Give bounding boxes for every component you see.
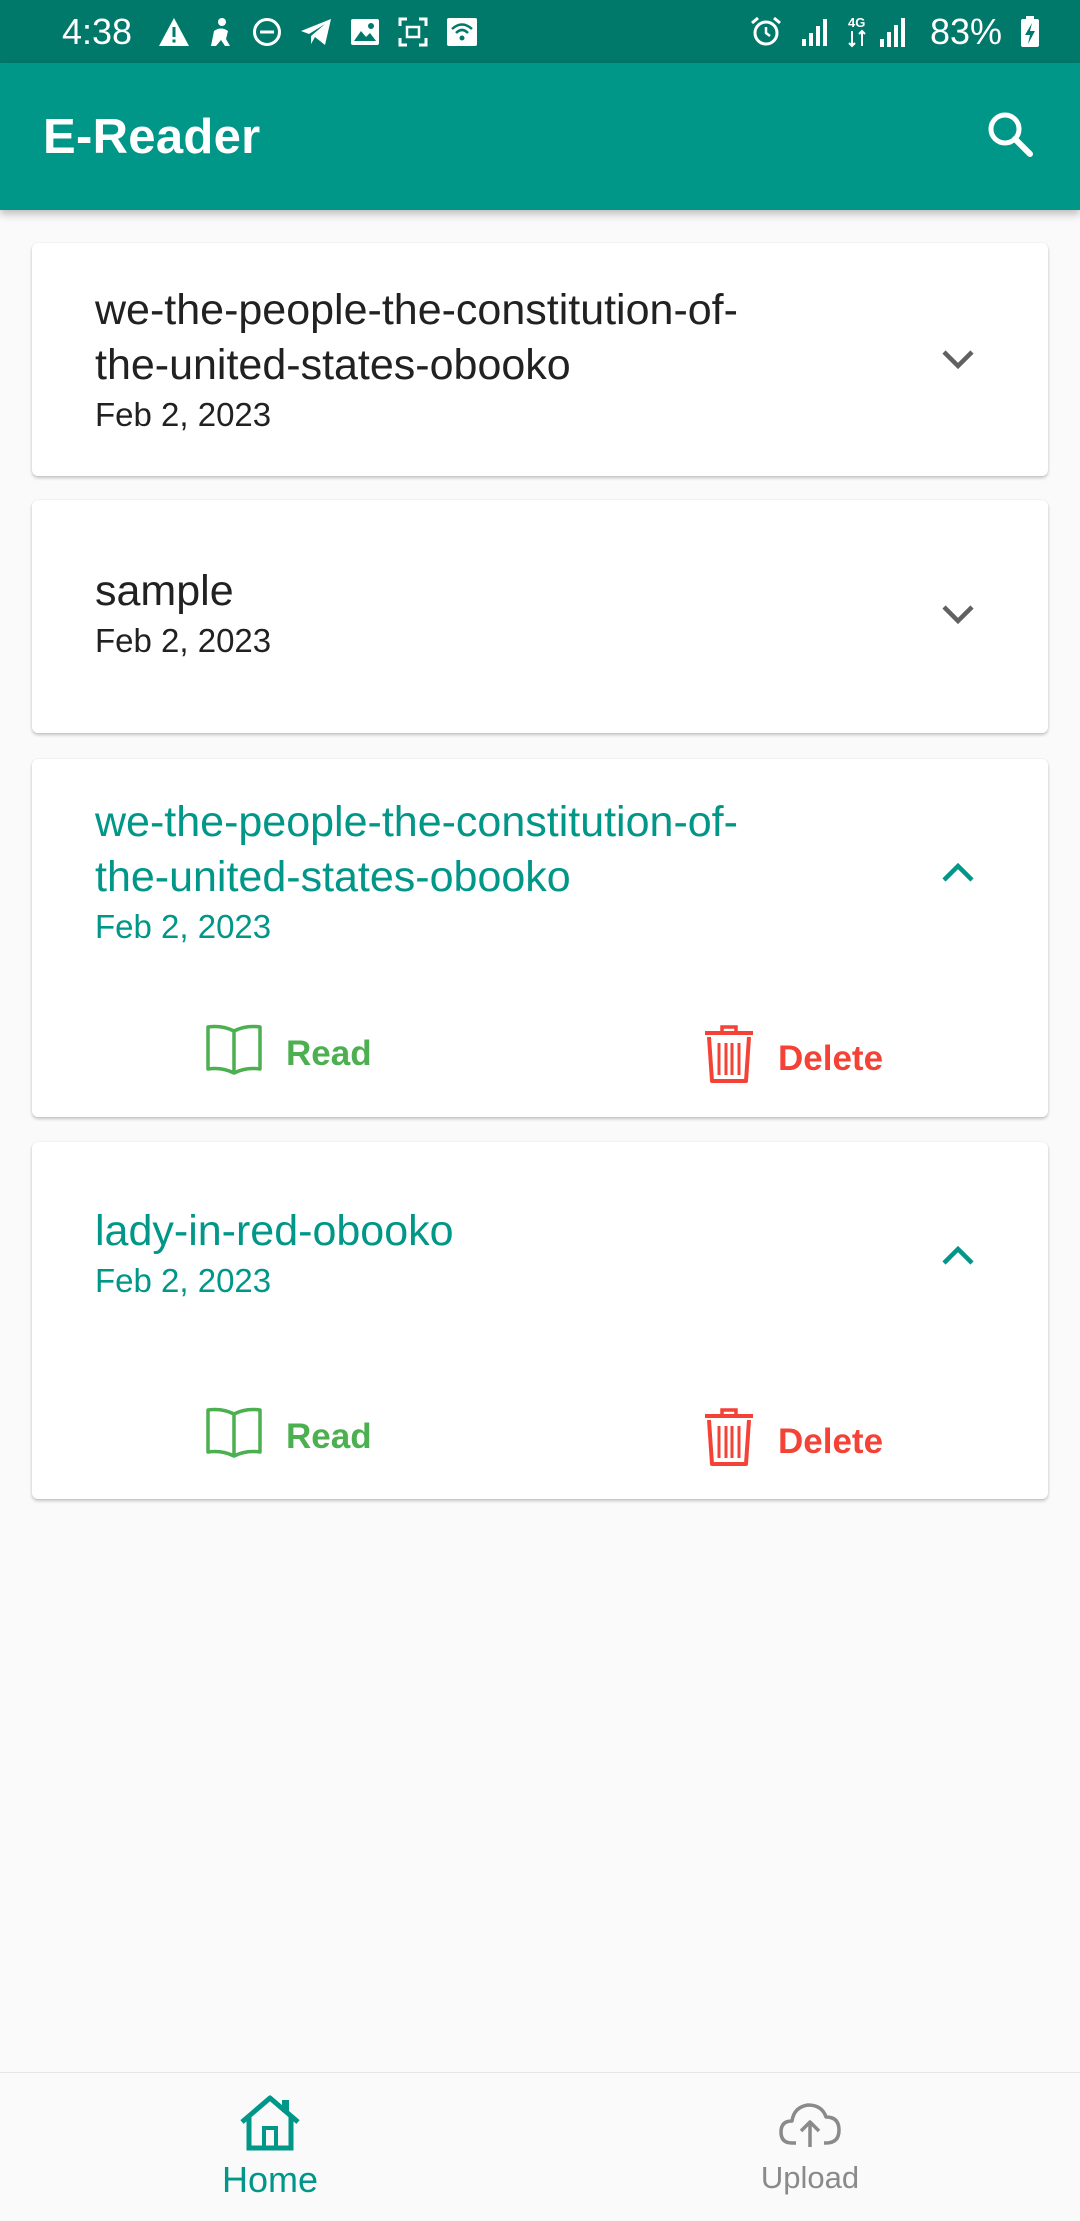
book-title: we-the-people-the-constitution-of- the-u…: [95, 283, 898, 393]
book-card[interactable]: we-the-people-the-constitution-of- the-u…: [32, 243, 1048, 476]
book-title-line: the-united-states-obooko: [95, 341, 571, 389]
status-right: 4G 83%: [750, 11, 1040, 53]
nav-upload-label: Upload: [760, 2159, 860, 2195]
chevron-up-icon: [940, 861, 976, 890]
wifi-box-icon: [446, 17, 478, 47]
delete-button[interactable]: Delete: [702, 1406, 883, 1477]
book-actions: Read Delete: [32, 1023, 1048, 1083]
read-button[interactable]: Read: [204, 1023, 372, 1084]
signal-4g-icon: 4G: [848, 15, 908, 49]
book-title: lady-in-red-obooko: [95, 1204, 898, 1259]
chevron-up-icon: [940, 1244, 976, 1273]
book-card-header[interactable]: lady-in-red-obooko Feb 2, 2023: [32, 1204, 1048, 1301]
status-bar: 4:38 4G 83%: [0, 0, 1080, 63]
battery-icon: [1020, 15, 1040, 48]
book-open-icon: [204, 1406, 264, 1467]
bottom-navigation: Home Upload: [0, 2072, 1080, 2221]
book-title: sample: [95, 564, 898, 619]
book-title: we-the-people-the-constitution-of- the-u…: [95, 795, 898, 905]
chevron-down-icon: [940, 602, 976, 631]
nav-home-label: Home: [221, 2158, 319, 2200]
book-card[interactable]: sample Feb 2, 2023: [32, 500, 1048, 733]
read-label: Read: [286, 1416, 372, 1456]
book-title-line: lady-in-red-obooko: [95, 1207, 454, 1255]
collapse-button[interactable]: [938, 1238, 978, 1278]
nav-upload[interactable]: Upload: [540, 2073, 1080, 2221]
book-date: Feb 2, 2023: [95, 908, 272, 945]
book-date: Feb 2, 2023: [95, 1262, 272, 1299]
collapse-button[interactable]: [938, 855, 978, 895]
do-not-disturb-icon: [252, 17, 282, 47]
home-icon: [238, 2094, 302, 2157]
book-title-line: the-united-states-obooko: [95, 853, 571, 901]
read-button[interactable]: Read: [204, 1406, 372, 1467]
book-card[interactable]: we-the-people-the-constitution-of- the-u…: [32, 759, 1048, 1117]
delete-label: Delete: [778, 1421, 884, 1461]
trash-icon: [702, 1406, 756, 1477]
app-bar: E-Reader: [0, 63, 1080, 210]
book-card-header[interactable]: we-the-people-the-constitution-of- the-u…: [32, 283, 1048, 435]
cloud-upload-icon: [778, 2099, 842, 2154]
status-time: 4:38: [62, 10, 133, 52]
search-icon: [985, 109, 1035, 164]
nav-home[interactable]: Home: [0, 2073, 540, 2221]
alarm-icon: [750, 16, 782, 48]
book-actions: Read Delete: [32, 1406, 1048, 1466]
svg-text:4G: 4G: [848, 15, 865, 30]
warning-icon: [158, 17, 190, 47]
battery-percentage: 83%: [929, 10, 1002, 52]
book-date: Feb 2, 2023: [95, 622, 272, 659]
person-icon: [208, 17, 234, 47]
book-open-icon: [204, 1023, 264, 1084]
book-title-line: we-the-people-the-constitution-of-: [95, 798, 738, 846]
book-card-header[interactable]: we-the-people-the-constitution-of- the-u…: [32, 795, 1048, 947]
book-date: Feb 2, 2023: [95, 396, 272, 433]
image-icon: [350, 18, 380, 46]
search-button[interactable]: [980, 107, 1040, 167]
book-title-line: we-the-people-the-constitution-of-: [95, 286, 738, 334]
telegram-icon: [300, 18, 332, 46]
trash-icon: [702, 1023, 756, 1094]
read-label: Read: [286, 1033, 372, 1073]
book-card-header[interactable]: sample Feb 2, 2023: [32, 564, 1048, 661]
signal-icon: [800, 17, 830, 47]
expand-button[interactable]: [938, 341, 978, 381]
delete-label: Delete: [778, 1038, 884, 1078]
screenshot-icon: [398, 17, 428, 47]
chevron-down-icon: [940, 347, 976, 376]
book-title-line: sample: [95, 567, 234, 615]
status-left: 4:38: [62, 11, 478, 53]
expand-button[interactable]: [938, 596, 978, 636]
book-card[interactable]: lady-in-red-obooko Feb 2, 2023 Read Dele…: [32, 1142, 1048, 1499]
app-title: E-Reader: [43, 109, 261, 164]
delete-button[interactable]: Delete: [702, 1023, 883, 1094]
